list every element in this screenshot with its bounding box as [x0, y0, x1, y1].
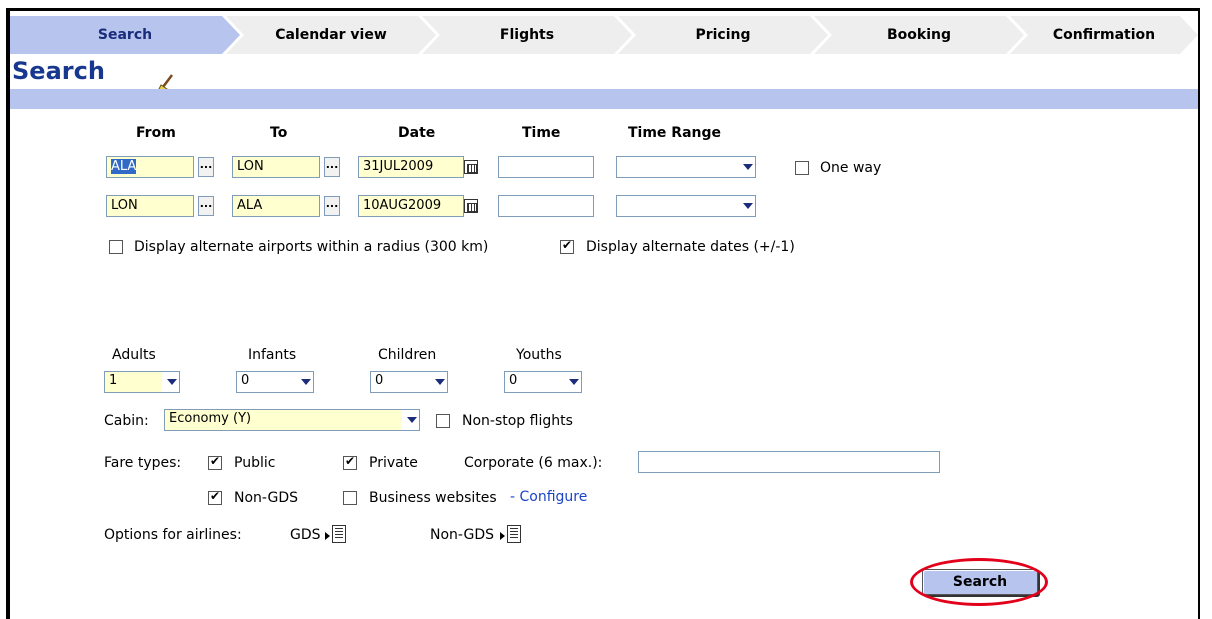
chevron-down-icon[interactable] [564, 372, 581, 392]
chevron-down-icon[interactable] [430, 372, 447, 392]
corporate-label: Corporate (6 max.): [464, 455, 603, 471]
alternate-dates-checkbox[interactable] [560, 238, 574, 254]
one-way-label: One way [820, 160, 882, 176]
chevron-down-icon[interactable] [402, 410, 419, 430]
non-gds-options-label: Non-GDS [430, 527, 494, 543]
non-gds-arrow-icon [500, 532, 505, 540]
step-pricing[interactable]: Pricing [618, 16, 828, 54]
adults-value: 1 [109, 373, 118, 388]
cabin-label: Cabin: [104, 413, 149, 429]
step-label: Calendar view [275, 27, 387, 43]
youths-label: Youths [516, 347, 562, 363]
header-from: From [136, 125, 176, 141]
step-label: Booking [886, 27, 951, 43]
leg2-date-input[interactable]: 10AUG2009 [358, 195, 464, 217]
step-flights[interactable]: Flights [422, 16, 632, 54]
leg1-date-input[interactable]: 31JUL2009 [358, 156, 464, 178]
fare-types-label: Fare types: [104, 455, 182, 471]
leg1-time-range-select[interactable] [616, 156, 756, 178]
step-label: Pricing [695, 27, 751, 43]
header-date: Date [398, 125, 436, 141]
leg1-from-input[interactable]: ALA [106, 156, 194, 178]
infants-select[interactable]: 0 [236, 371, 314, 393]
gds-options-label: GDS [290, 527, 321, 543]
children-select[interactable]: 0 [370, 371, 448, 393]
leg1-time-input[interactable] [498, 156, 594, 178]
chevron-down-icon[interactable] [162, 372, 179, 392]
leg2-to-lookup-button[interactable]: ... [324, 196, 340, 216]
non-gds-options-list-icon[interactable] [507, 525, 521, 543]
youths-select[interactable]: 0 [504, 371, 582, 393]
step-label: Search [97, 27, 153, 43]
non-stop-label: Non-stop flights [462, 413, 573, 429]
gds-options-list-icon[interactable] [332, 525, 346, 543]
title-underline-bar [10, 89, 1198, 109]
cabin-value: Economy (Y) [169, 411, 252, 426]
private-checkbox[interactable] [343, 454, 357, 470]
header-time: Time [522, 125, 561, 141]
children-value: 0 [375, 373, 384, 388]
step-booking[interactable]: Booking [814, 16, 1024, 54]
leg2-time-range-select[interactable] [616, 195, 756, 217]
leg1-from-text: ALA [111, 159, 137, 174]
leg2-time-input[interactable] [498, 195, 594, 217]
business-websites-label: Business websites [369, 490, 497, 506]
adults-select[interactable]: 1 [104, 371, 180, 393]
leg1-from-lookup-button[interactable]: ... [198, 157, 214, 177]
alternate-airports-checkbox[interactable] [109, 240, 123, 254]
business-websites-checkbox[interactable] [343, 491, 357, 505]
step-confirmation[interactable]: Confirmation [1010, 16, 1198, 54]
app-frame: Search Calendar view Flights Pricing Boo… [6, 8, 1200, 619]
leg1-calendar-icon[interactable] [464, 160, 478, 174]
chevron-down-icon[interactable] [296, 372, 313, 392]
adults-label: Adults [112, 347, 156, 363]
public-checkbox[interactable] [208, 454, 222, 470]
youths-value: 0 [509, 373, 518, 388]
gds-arrow-icon [325, 532, 330, 540]
header-to: To [270, 125, 288, 141]
step-calendar-view[interactable]: Calendar view [226, 16, 436, 54]
private-label: Private [369, 455, 418, 471]
leg1-to-input[interactable]: LON [232, 156, 320, 178]
corporate-input[interactable] [638, 451, 940, 473]
leg2-to-input[interactable]: ALA [232, 195, 320, 217]
page-title: Search [12, 57, 105, 85]
leg2-calendar-icon[interactable] [464, 199, 478, 213]
alternate-dates-label: Display alternate dates (+/-1) [586, 239, 795, 255]
step-label: Confirmation [1052, 27, 1156, 43]
chevron-down-icon[interactable] [738, 157, 755, 177]
step-label: Flights [499, 27, 555, 43]
chevron-down-icon[interactable] [738, 196, 755, 216]
leg2-from-input[interactable]: LON [106, 195, 194, 217]
leg1-to-lookup-button[interactable]: ... [324, 157, 340, 177]
header-time-range: Time Range [628, 125, 722, 141]
non-gds-checkbox[interactable] [208, 489, 222, 505]
one-way-checkbox[interactable] [795, 161, 809, 175]
cabin-select[interactable]: Economy (Y) [164, 409, 420, 431]
alternate-airports-label: Display alternate airports within a radi… [134, 239, 489, 255]
leg2-from-lookup-button[interactable]: ... [198, 196, 214, 216]
search-button[interactable]: Search [922, 569, 1038, 595]
step-search[interactable]: Search [10, 16, 240, 54]
non-gds-label: Non-GDS [234, 490, 298, 506]
non-stop-checkbox[interactable] [436, 414, 450, 428]
airline-options-label: Options for airlines: [104, 527, 242, 543]
configure-link[interactable]: - Configure [510, 489, 587, 505]
infants-label: Infants [248, 347, 297, 363]
infants-value: 0 [241, 373, 250, 388]
wizard-steps: Search Calendar view Flights Pricing Boo… [10, 16, 1198, 54]
children-label: Children [378, 347, 437, 363]
public-label: Public [234, 455, 276, 471]
